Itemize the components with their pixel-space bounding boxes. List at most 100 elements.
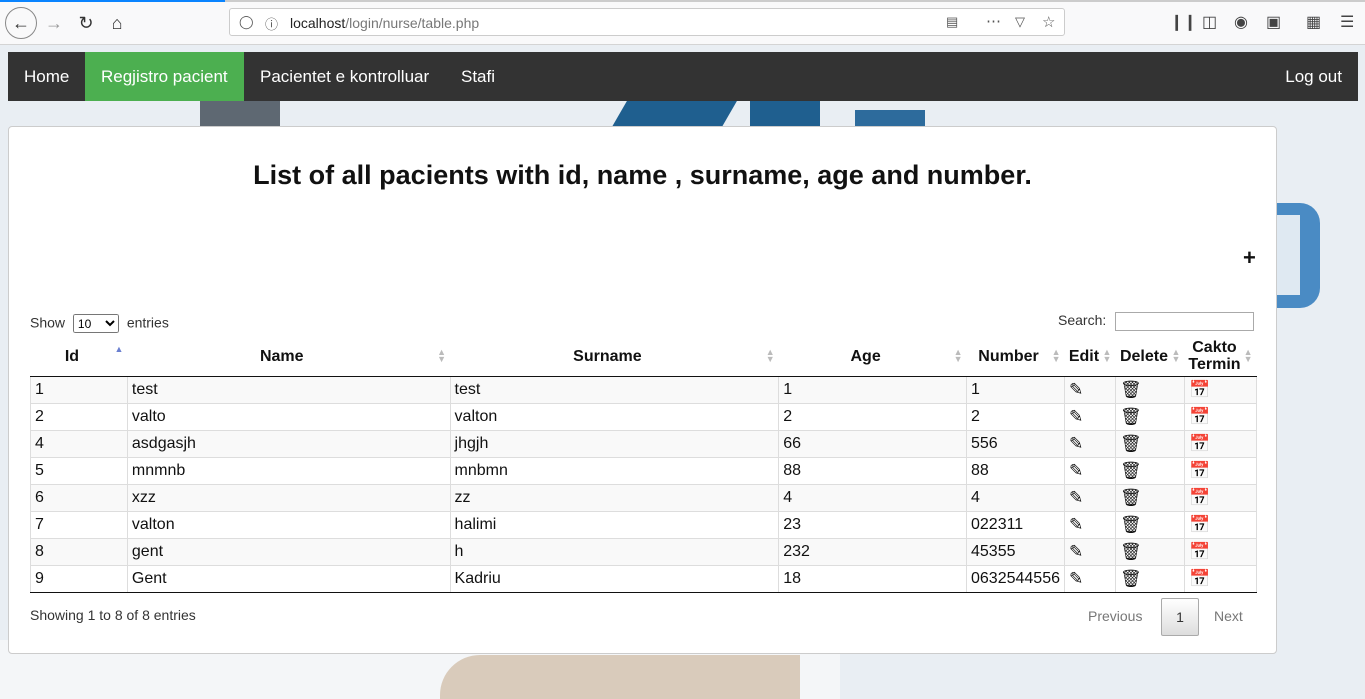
delete-icon[interactable]: 🗑	[1120, 542, 1142, 561]
background-image	[200, 98, 280, 128]
cell-number: 2	[966, 403, 1065, 431]
calendar-check-icon[interactable]: 📅	[1189, 488, 1210, 507]
nav-register-patient[interactable]: Regjistro pacient	[85, 52, 244, 101]
edit-icon[interactable]: ✎	[1069, 542, 1083, 561]
address-bar[interactable]: ◯ ⓘ localhost/login/nurse/table.php ▤ ⋯ …	[229, 8, 1065, 36]
cell-name: mnmnb	[126, 457, 451, 485]
logout-link[interactable]: Log out	[1269, 52, 1358, 101]
sort-icon: ▲ ▼	[1051, 347, 1061, 364]
page-title: List of all pacients with id, name , sur…	[253, 160, 1032, 190]
sort-icon: ▲ ▼	[1171, 347, 1181, 364]
extension-icon[interactable]: ▣	[1266, 12, 1281, 32]
delete-icon[interactable]: 🗑	[1120, 434, 1142, 453]
column-header-number[interactable]: Number ▲ ▼	[966, 336, 1065, 377]
search-input[interactable]	[1115, 312, 1255, 331]
delete-icon[interactable]: 🗑	[1120, 461, 1142, 480]
next-page-button[interactable]: Next	[1214, 598, 1243, 634]
show-label: Show	[30, 314, 66, 331]
search-label: Search:	[1058, 312, 1107, 329]
reader-view-icon[interactable]: ▤	[946, 14, 958, 30]
edit-icon[interactable]: ✎	[1069, 569, 1083, 588]
info-icon[interactable]: ⓘ	[265, 14, 278, 33]
calendar-check-cell: 📅	[1183, 538, 1258, 566]
reload-icon[interactable]: ↻	[72, 9, 100, 37]
edit-icon[interactable]: ✎	[1069, 461, 1083, 480]
edit-cell: ✎	[1063, 430, 1116, 458]
library-icon[interactable]: ❙❙	[1170, 12, 1197, 32]
cell-age: 1	[778, 376, 967, 404]
search-control: Search:	[1058, 312, 1255, 331]
delete-icon[interactable]: 🗑	[1120, 407, 1142, 426]
calendar-check-icon[interactable]: 📅	[1189, 434, 1210, 453]
back-icon[interactable]: ←	[5, 7, 37, 39]
account-icon[interactable]: ◉	[1234, 12, 1248, 32]
delete-icon[interactable]: 🗑	[1120, 569, 1142, 588]
calendar-check-icon[interactable]: 📅	[1189, 461, 1210, 480]
previous-page-button[interactable]: Previous	[1088, 598, 1142, 634]
sidebar-icon[interactable]: ◫	[1202, 12, 1217, 32]
edit-cell: ✎	[1063, 484, 1116, 512]
edit-icon[interactable]: ✎	[1069, 488, 1083, 507]
column-title: Id	[64, 347, 80, 365]
calendar-check-icon[interactable]: 📅	[1189, 542, 1210, 561]
url-text[interactable]: localhost/login/nurse/table.php	[290, 15, 479, 31]
cell-surname: jhgjh	[449, 430, 779, 458]
calendar-check-cell: 📅	[1183, 457, 1258, 485]
cell-name: gent	[126, 538, 451, 566]
page-1-button[interactable]: 1	[1161, 598, 1199, 636]
sort-ascending-icon: ▲	[114, 344, 124, 354]
column-header-delete[interactable]: Delete ▲ ▼	[1115, 336, 1185, 377]
column-header-surname[interactable]: Surname ▲ ▼	[450, 336, 779, 377]
table-row: 8 gent h 232 45355 ✎ 🗑 📅	[30, 538, 1258, 566]
cell-surname: halimi	[449, 511, 779, 539]
menu-icon[interactable]: ☰	[1340, 12, 1354, 32]
nav-home[interactable]: Home	[8, 52, 85, 101]
bookmark-star-icon[interactable]: ☆	[1042, 13, 1055, 31]
shield-icon[interactable]: ◯	[239, 14, 254, 30]
edit-icon[interactable]: ✎	[1069, 407, 1083, 426]
calendar-check-cell: 📅	[1183, 565, 1258, 593]
column-title: Number	[978, 347, 1039, 365]
page-length-select[interactable]: 10	[72, 314, 119, 333]
table-row: 9 Gent Kadriu 18 0632544556 ✎ 🗑 📅	[30, 565, 1258, 593]
calendar-check-icon[interactable]: 📅	[1189, 569, 1210, 588]
page-length-control: Show 10 entries	[30, 314, 169, 333]
calendar-check-icon[interactable]: 📅	[1189, 380, 1210, 399]
home-icon[interactable]: ⌂	[103, 9, 131, 37]
url-host: localhost	[290, 15, 346, 31]
nav-staff[interactable]: Stafi	[445, 52, 511, 101]
background-image	[750, 98, 820, 128]
calendar-check-icon[interactable]: 📅	[1189, 515, 1210, 534]
edit-icon[interactable]: ✎	[1069, 380, 1083, 399]
delete-cell: 🗑	[1114, 565, 1185, 593]
edit-icon[interactable]: ✎	[1069, 434, 1083, 453]
cell-surname: mnbmn	[449, 457, 779, 485]
delete-icon[interactable]: 🗑	[1120, 488, 1142, 507]
add-patient-icon[interactable]: +	[1243, 245, 1256, 271]
column-title: Edit	[1068, 347, 1100, 365]
addons-icon[interactable]: ▦	[1306, 12, 1321, 32]
column-header-appointment[interactable]: Cakto Termin ▲ ▼	[1184, 336, 1257, 377]
delete-icon[interactable]: 🗑	[1120, 380, 1142, 399]
column-header-age[interactable]: Age ▲ ▼	[778, 336, 967, 377]
cell-age: 88	[778, 457, 967, 485]
main-navigation: Home Regjistro pacient Pacientet e kontr…	[8, 52, 1358, 101]
delete-cell: 🗑	[1114, 376, 1185, 404]
cell-id: 1	[30, 376, 128, 404]
cell-name: Gent	[126, 565, 451, 593]
forward-icon[interactable]: →	[40, 9, 68, 37]
cell-surname: zz	[449, 484, 779, 512]
calendar-check-icon[interactable]: 📅	[1189, 407, 1210, 426]
column-header-edit[interactable]: Edit ▲ ▼	[1064, 336, 1116, 377]
nav-checked-patients[interactable]: Pacientet e kontrolluar	[244, 52, 445, 101]
background-image	[440, 655, 800, 699]
column-header-name[interactable]: Name ▲ ▼	[127, 336, 451, 377]
pocket-icon[interactable]: ▽	[1015, 14, 1025, 30]
cell-number: 88	[966, 457, 1065, 485]
sort-icon: ▲ ▼	[1102, 347, 1112, 364]
more-actions-icon[interactable]: ⋯	[986, 12, 1001, 30]
column-header-id[interactable]: Id ▲	[30, 336, 128, 377]
edit-icon[interactable]: ✎	[1069, 515, 1083, 534]
delete-icon[interactable]: 🗑	[1120, 515, 1142, 534]
cell-number: 022311	[966, 511, 1065, 539]
